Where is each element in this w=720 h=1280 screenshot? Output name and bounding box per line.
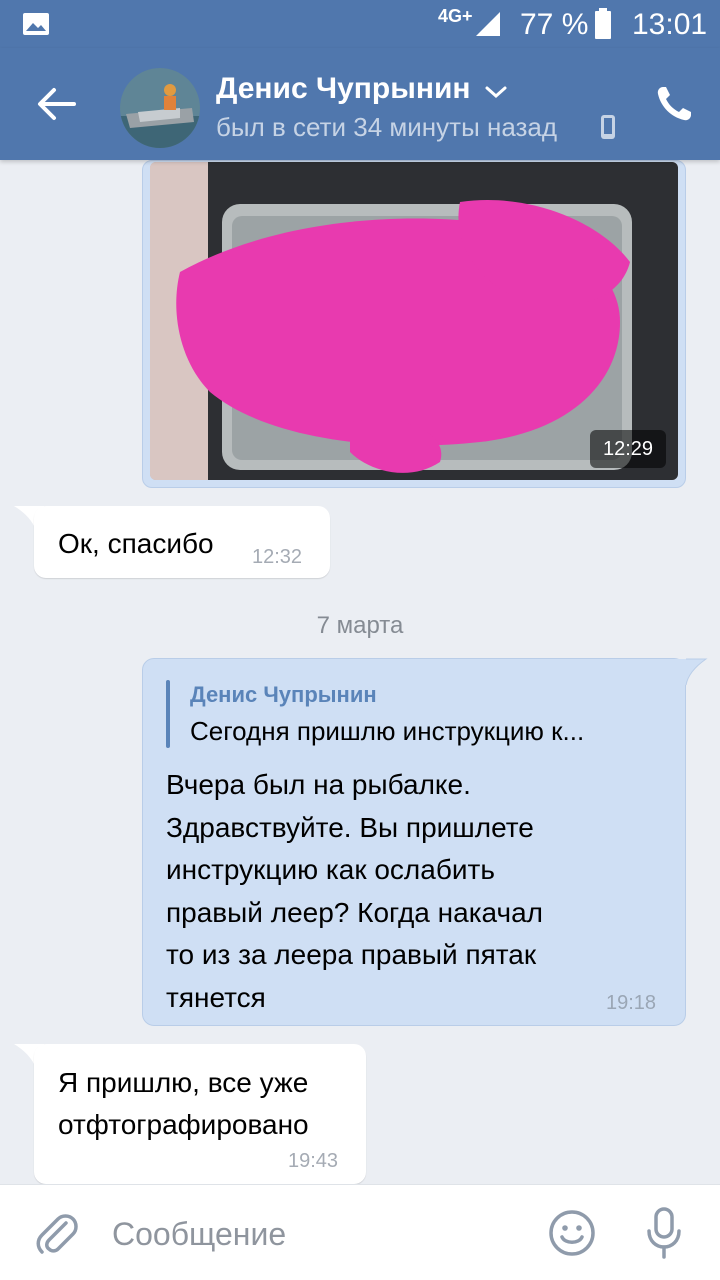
message-line: Я пришлю, все уже — [58, 1067, 309, 1098]
back-arrow-icon[interactable] — [36, 86, 76, 122]
paperclip-icon[interactable] — [36, 1211, 78, 1257]
avatar[interactable] — [120, 68, 200, 148]
message-input[interactable] — [112, 1211, 532, 1257]
message-text: Я пришлю, все уже отфтографировано — [58, 1062, 358, 1146]
emoji-icon[interactable] — [548, 1209, 596, 1257]
message-line: отфтографировано — [58, 1109, 309, 1140]
reply-preview[interactable]: Сегодня пришлю инструкцию к... — [190, 716, 584, 747]
message-line: инструкцию как ослабить — [166, 854, 495, 885]
network-type: 4G+ — [438, 6, 473, 26]
signal-icon — [476, 12, 500, 36]
message-list[interactable]: 12:29 Ок, спасибо 12:32 7 марта Денис Чу… — [0, 160, 720, 1184]
photo-timestamp: 12:29 — [590, 430, 666, 468]
message-line: правый леер? Когда накачал — [166, 896, 544, 928]
message-timestamp: 12:32 — [252, 546, 303, 568]
bubble-tail — [672, 658, 708, 686]
microphone-icon[interactable] — [646, 1207, 682, 1259]
message-line: тянется — [166, 981, 266, 1013]
last-seen-status: был в сети 34 минуты назад — [216, 112, 558, 142]
message-composer — [0, 1184, 720, 1280]
message-timestamp: 19:43 — [288, 1150, 339, 1172]
message-text: Ок, спасибо — [58, 528, 214, 559]
message-timestamp: 19:18 — [606, 992, 657, 1014]
reply-author[interactable]: Денис Чупрынин — [190, 682, 377, 708]
battery-icon — [595, 8, 611, 39]
status-bar: 4G+ 77 % 13:01 — [0, 0, 720, 48]
contact-name[interactable]: Денис Чупрынин — [216, 72, 471, 106]
chat-header: Денис Чупрынин был в сети 34 минуты наза… — [0, 48, 720, 160]
message-line: Здравствуйте. Вы пришлете — [166, 811, 534, 843]
message-line: то из за леера правый пятак — [166, 939, 537, 970]
gallery-icon — [23, 13, 49, 35]
phone-icon[interactable] — [654, 84, 694, 124]
mobile-device-icon — [601, 115, 615, 139]
clock: 13:01 — [632, 8, 708, 41]
message-line: Вчера был на рыбалке. — [166, 769, 471, 800]
battery-percent: 77 % — [520, 8, 589, 41]
reply-quote-bar — [166, 680, 170, 748]
date-separator: 7 марта — [316, 612, 404, 639]
message-text: Вчера был на рыбалке. Здравствуйте. Вы п… — [166, 764, 636, 1019]
chevron-down-icon[interactable] — [484, 84, 508, 100]
